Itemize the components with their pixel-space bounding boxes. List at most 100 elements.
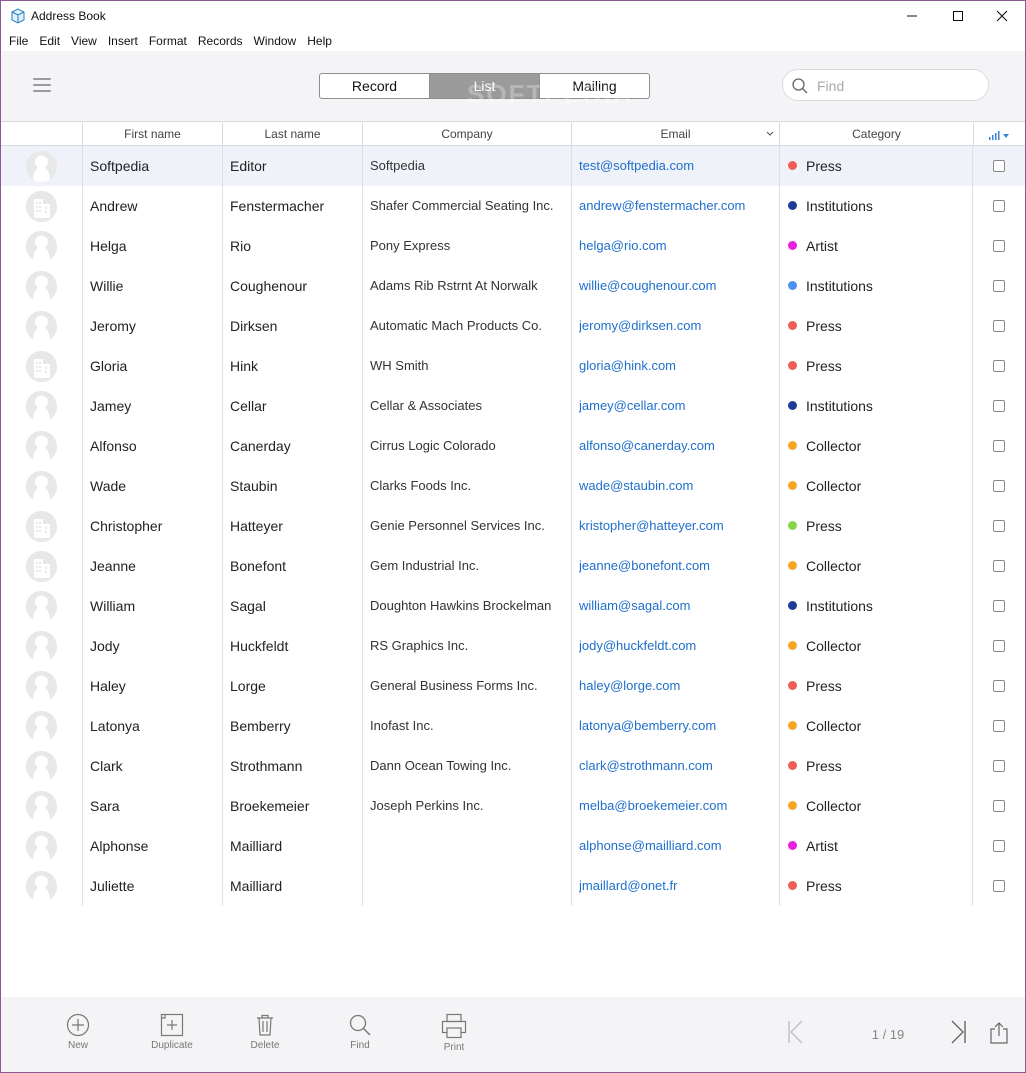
delete-record-button[interactable]: Delete bbox=[230, 1013, 300, 1051]
cell-email-link[interactable]: clark@strothmann.com bbox=[579, 746, 777, 786]
cell-first-name[interactable]: Haley bbox=[90, 666, 218, 706]
table-row[interactable]: Juliette Mailliard jmaillard@onet.fr Press bbox=[1, 866, 1025, 906]
cell-email-link[interactable]: helga@rio.com bbox=[579, 226, 777, 266]
cell-last-name[interactable]: Canerday bbox=[230, 426, 358, 466]
maximize-button[interactable] bbox=[935, 1, 981, 31]
menu-edit[interactable]: Edit bbox=[34, 31, 66, 51]
cell-last-name[interactable]: Hink bbox=[230, 346, 358, 386]
cell-company[interactable]: Gem Industrial Inc. bbox=[370, 546, 568, 586]
menu-help[interactable]: Help bbox=[302, 31, 338, 51]
cell-category[interactable]: Press bbox=[779, 866, 971, 906]
cell-first-name[interactable]: Helga bbox=[90, 226, 218, 266]
cell-category[interactable]: Collector bbox=[779, 466, 971, 506]
menu-view[interactable]: View bbox=[66, 31, 103, 51]
column-header-category[interactable]: Category bbox=[779, 123, 973, 146]
cell-email-link[interactable]: andrew@fenstermacher.com bbox=[579, 186, 777, 226]
cell-email-link[interactable]: jeanne@bonefont.com bbox=[579, 546, 777, 586]
cell-category[interactable]: Institutions bbox=[779, 266, 971, 306]
row-select-checkbox[interactable] bbox=[993, 360, 1005, 372]
cell-email-link[interactable]: latonya@bemberry.com bbox=[579, 706, 777, 746]
row-select-checkbox[interactable] bbox=[993, 600, 1005, 612]
cell-first-name[interactable]: Jamey bbox=[90, 386, 218, 426]
cell-company[interactable]: WH Smith bbox=[370, 346, 568, 386]
cell-email-link[interactable]: test@softpedia.com bbox=[579, 146, 777, 186]
cell-first-name[interactable]: Jeromy bbox=[90, 306, 218, 346]
row-select-checkbox[interactable] bbox=[993, 800, 1005, 812]
cell-category[interactable]: Press bbox=[779, 506, 971, 546]
cell-category[interactable]: Institutions bbox=[779, 586, 971, 626]
table-row[interactable]: Softpedia Editor Softpedia test@softpedia.c… bbox=[1, 146, 1025, 186]
new-record-button[interactable]: New bbox=[43, 1013, 113, 1051]
row-select-checkbox[interactable] bbox=[993, 520, 1005, 532]
view-mailing-button[interactable]: Mailing bbox=[540, 74, 649, 98]
cell-email-link[interactable]: jody@huckfeldt.com bbox=[579, 626, 777, 666]
minimize-button[interactable] bbox=[889, 1, 935, 31]
print-button[interactable]: Print bbox=[419, 1013, 489, 1053]
cell-company[interactable]: Cirrus Logic Colorado bbox=[370, 426, 568, 466]
cell-last-name[interactable]: Fenstermacher bbox=[230, 186, 358, 226]
cell-company[interactable]: Shafer Commercial Seating Inc. bbox=[370, 186, 568, 226]
cell-last-name[interactable]: Rio bbox=[230, 226, 358, 266]
row-select-checkbox[interactable] bbox=[993, 160, 1005, 172]
cell-company[interactable] bbox=[370, 826, 568, 866]
last-page-icon[interactable] bbox=[949, 1019, 967, 1045]
cell-email-link[interactable]: willie@coughenour.com bbox=[579, 266, 777, 306]
cell-first-name[interactable]: William bbox=[90, 586, 218, 626]
cell-last-name[interactable]: Dirksen bbox=[230, 306, 358, 346]
cell-first-name[interactable]: Juliette bbox=[90, 866, 218, 906]
cell-category[interactable]: Institutions bbox=[779, 186, 971, 226]
row-select-checkbox[interactable] bbox=[993, 240, 1005, 252]
cell-category[interactable]: Collector bbox=[779, 626, 971, 666]
table-row[interactable]: Jody Huckfeldt RS Graphics Inc. jody@huckfe… bbox=[1, 626, 1025, 666]
cell-company[interactable]: Joseph Perkins Inc. bbox=[370, 786, 568, 826]
cell-category[interactable]: Collector bbox=[779, 786, 971, 826]
cell-last-name[interactable]: Mailliard bbox=[230, 826, 358, 866]
row-select-checkbox[interactable] bbox=[993, 320, 1005, 332]
cell-last-name[interactable]: Huckfeldt bbox=[230, 626, 358, 666]
column-header-email[interactable]: Email bbox=[571, 123, 779, 146]
cell-first-name[interactable]: Willie bbox=[90, 266, 218, 306]
cell-email-link[interactable]: kristopher@hatteyer.com bbox=[579, 506, 777, 546]
cell-email-link[interactable]: melba@broekemeier.com bbox=[579, 786, 777, 826]
column-header-first-name[interactable]: First name bbox=[82, 123, 222, 146]
cell-first-name[interactable]: Alphonse bbox=[90, 826, 218, 866]
cell-first-name[interactable]: Sara bbox=[90, 786, 218, 826]
column-options-button[interactable] bbox=[973, 123, 1025, 146]
cell-company[interactable]: Genie Personnel Services Inc. bbox=[370, 506, 568, 546]
cell-last-name[interactable]: Hatteyer bbox=[230, 506, 358, 546]
row-select-checkbox[interactable] bbox=[993, 760, 1005, 772]
cell-last-name[interactable]: Mailliard bbox=[230, 866, 358, 906]
cell-company[interactable]: Pony Express bbox=[370, 226, 568, 266]
cell-last-name[interactable]: Bonefont bbox=[230, 546, 358, 586]
cell-category[interactable]: Press bbox=[779, 346, 971, 386]
sidebar-menu-icon[interactable] bbox=[33, 78, 51, 92]
find-button[interactable]: Find bbox=[325, 1013, 395, 1051]
cell-email-link[interactable]: william@sagal.com bbox=[579, 586, 777, 626]
row-select-checkbox[interactable] bbox=[993, 880, 1005, 892]
cell-last-name[interactable]: Coughenour bbox=[230, 266, 358, 306]
table-row[interactable]: Christopher Hatteyer Genie Personnel Servi… bbox=[1, 506, 1025, 546]
cell-first-name[interactable]: Jody bbox=[90, 626, 218, 666]
cell-email-link[interactable]: jeromy@dirksen.com bbox=[579, 306, 777, 346]
column-header-company[interactable]: Company bbox=[362, 123, 571, 146]
cell-first-name[interactable]: Wade bbox=[90, 466, 218, 506]
cell-company[interactable]: RS Graphics Inc. bbox=[370, 626, 568, 666]
row-select-checkbox[interactable] bbox=[993, 440, 1005, 452]
table-row[interactable]: Jeromy Dirksen Automatic Mach Products Co.… bbox=[1, 306, 1025, 346]
cell-category[interactable]: Artist bbox=[779, 826, 971, 866]
row-select-checkbox[interactable] bbox=[993, 480, 1005, 492]
cell-company[interactable]: Clarks Foods Inc. bbox=[370, 466, 568, 506]
table-row[interactable]: Haley Lorge General Business Forms Inc. hal… bbox=[1, 666, 1025, 706]
cell-email-link[interactable]: jamey@cellar.com bbox=[579, 386, 777, 426]
row-select-checkbox[interactable] bbox=[993, 400, 1005, 412]
cell-category[interactable]: Press bbox=[779, 746, 971, 786]
cell-first-name[interactable]: Alfonso bbox=[90, 426, 218, 466]
table-row[interactable]: Alphonse Mailliard alphonse@mailliard.com A… bbox=[1, 826, 1025, 866]
cell-company[interactable]: Adams Rib Rstrnt At Norwalk bbox=[370, 266, 568, 306]
table-row[interactable]: Sara Broekemeier Joseph Perkins Inc. melba@… bbox=[1, 786, 1025, 826]
table-row[interactable]: William Sagal Doughton Hawkins Brockelman w… bbox=[1, 586, 1025, 626]
cell-first-name[interactable]: Gloria bbox=[90, 346, 218, 386]
table-row[interactable]: Alfonso Canerday Cirrus Logic Colorado alfo… bbox=[1, 426, 1025, 466]
table-row[interactable]: Andrew Fenstermacher Shafer Commercial Sea… bbox=[1, 186, 1025, 226]
cell-company[interactable] bbox=[370, 866, 568, 906]
